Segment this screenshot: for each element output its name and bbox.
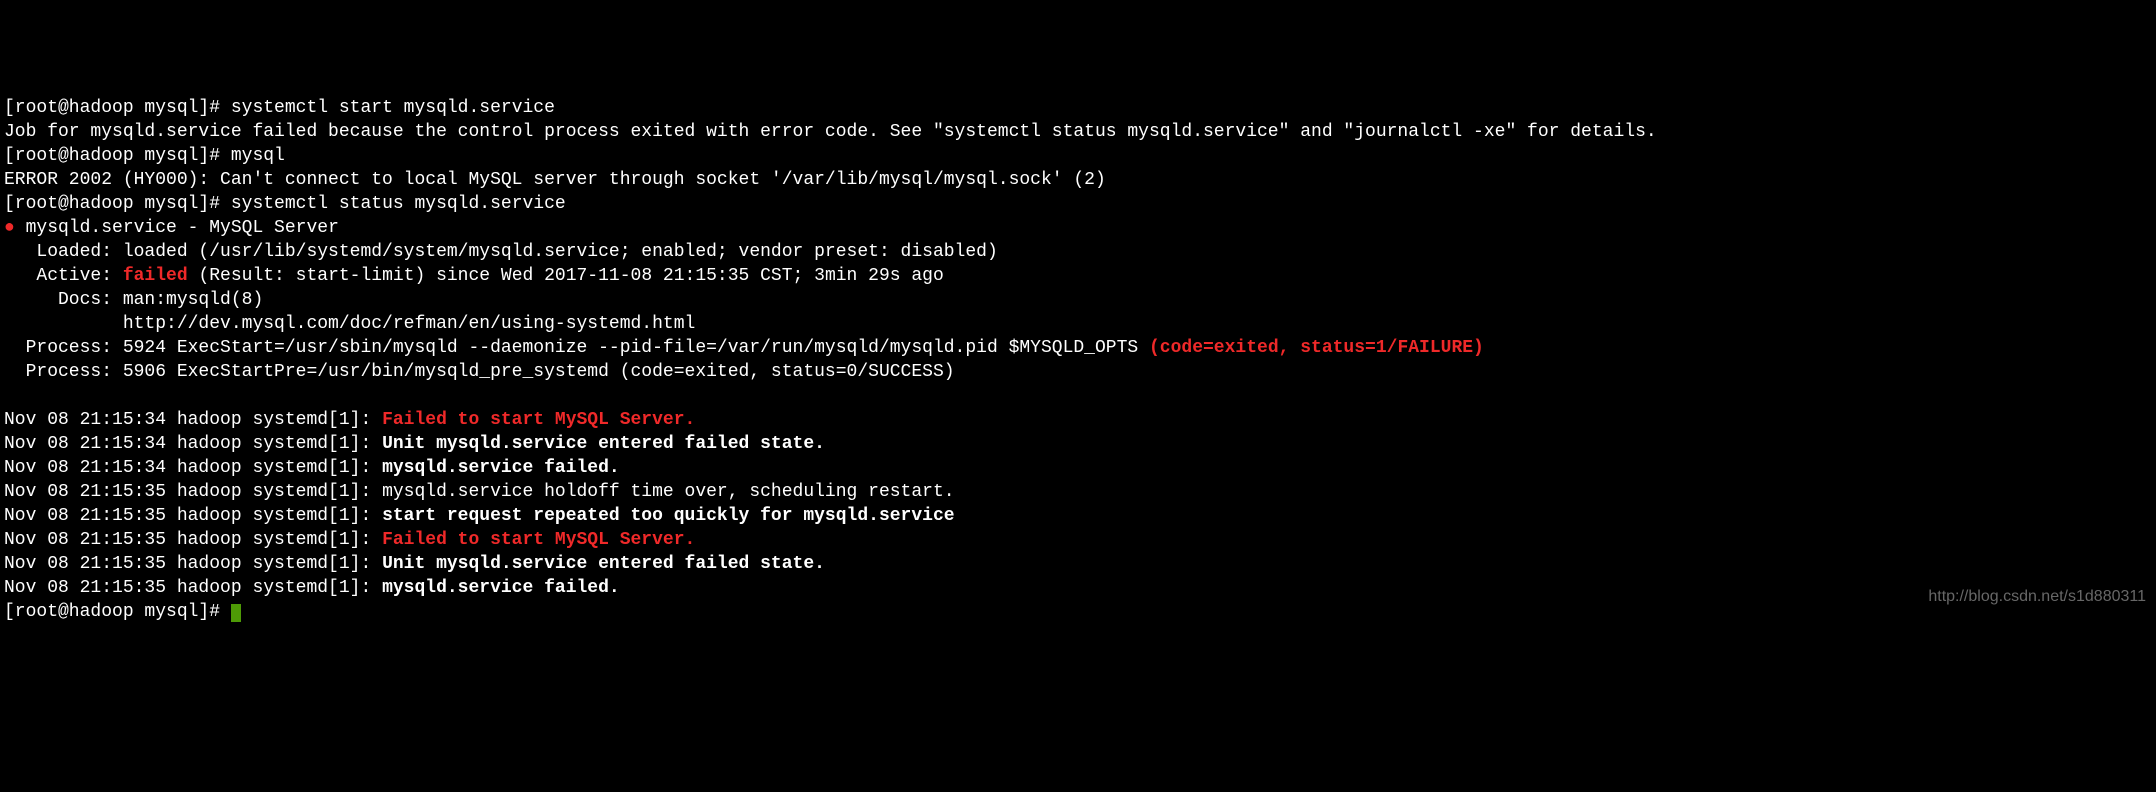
log-prefix: Nov 08 21:15:35 hadoop systemd[1]:: [4, 506, 382, 526]
log-prefix: Nov 08 21:15:35 hadoop systemd[1]:: [4, 578, 382, 598]
terminal-output[interactable]: [root@hadoop mysql]# systemctl start mys…: [0, 96, 2156, 624]
status-active-failed: failed: [123, 266, 188, 286]
log-message: Failed to start MySQL Server.: [382, 530, 695, 550]
log-prefix: Nov 08 21:15:34 hadoop systemd[1]:: [4, 458, 382, 478]
typed-command: systemctl start mysqld.service: [231, 98, 555, 118]
status-process-line: Process: 5924 ExecStart=/usr/sbin/mysqld…: [4, 338, 1149, 358]
log-message: start request repeated too quickly for m…: [382, 506, 955, 526]
log-prefix: Nov 08 21:15:35 hadoop systemd[1]:: [4, 530, 382, 550]
log-message: Failed to start MySQL Server.: [382, 410, 695, 430]
status-process-line: Process: 5906 ExecStartPre=/usr/bin/mysq…: [4, 362, 955, 382]
cursor-icon: [231, 604, 241, 622]
status-active-label: Active:: [4, 266, 123, 286]
log-message: mysqld.service failed.: [382, 578, 620, 598]
status-header: mysqld.service - MySQL Server: [15, 218, 339, 238]
log-prefix: Nov 08 21:15:35 hadoop systemd[1]:: [4, 482, 382, 502]
typed-command: mysql: [231, 146, 285, 166]
status-loaded-line: Loaded: loaded (/usr/lib/systemd/system/…: [4, 242, 998, 262]
watermark-text: http://blog.csdn.net/s1d880311: [1928, 585, 2146, 609]
status-docs-url: http://dev.mysql.com/doc/refman/en/using…: [4, 314, 695, 334]
log-message: mysqld.service holdoff time over, schedu…: [382, 482, 955, 502]
log-message: mysqld.service failed.: [382, 458, 620, 478]
shell-prompt: [root@hadoop mysql]#: [4, 194, 231, 214]
log-prefix: Nov 08 21:15:34 hadoop systemd[1]:: [4, 434, 382, 454]
shell-prompt: [root@hadoop mysql]#: [4, 146, 231, 166]
status-docs-line: Docs: man:mysqld(8): [4, 290, 263, 310]
status-bullet-icon: ●: [4, 218, 15, 238]
log-message: Unit mysqld.service entered failed state…: [382, 434, 825, 454]
log-prefix: Nov 08 21:15:35 hadoop systemd[1]:: [4, 554, 382, 574]
typed-command: systemctl status mysqld.service: [231, 194, 566, 214]
shell-prompt: [root@hadoop mysql]#: [4, 602, 231, 622]
log-prefix: Nov 08 21:15:34 hadoop systemd[1]:: [4, 410, 382, 430]
log-message: Unit mysqld.service entered failed state…: [382, 554, 825, 574]
output-line: ERROR 2002 (HY000): Can't connect to loc…: [4, 170, 1106, 190]
output-line: Job for mysqld.service failed because th…: [4, 122, 1657, 142]
status-active-rest: (Result: start-limit) since Wed 2017-11-…: [188, 266, 944, 286]
status-process-failure: (code=exited, status=1/FAILURE): [1149, 338, 1484, 358]
shell-prompt: [root@hadoop mysql]#: [4, 98, 231, 118]
